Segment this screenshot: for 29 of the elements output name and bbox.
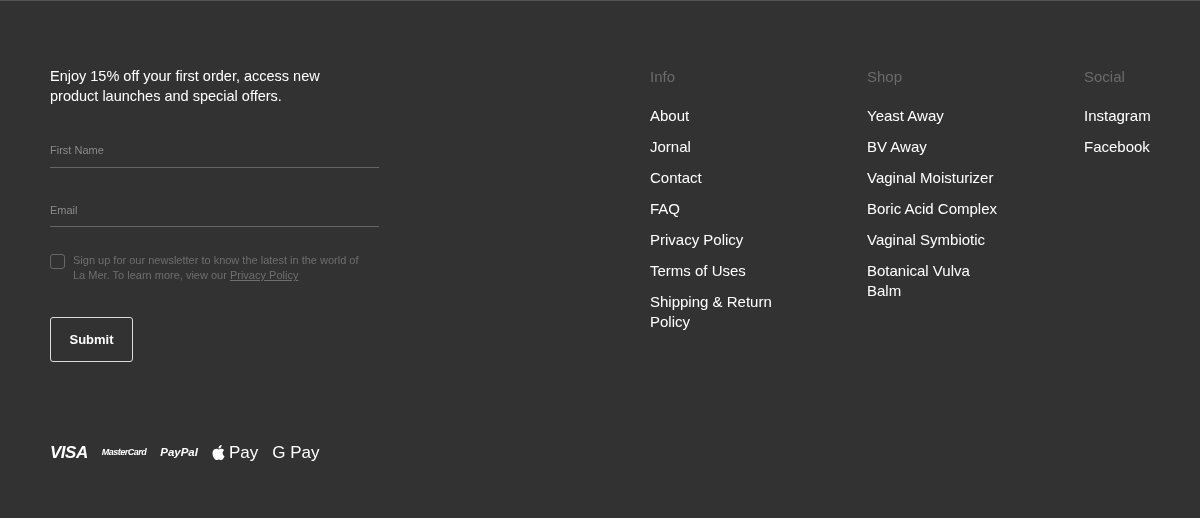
footer-link[interactable]: FAQ xyxy=(650,199,785,219)
google-logo: G Pay xyxy=(272,442,320,464)
column-heading: Shop xyxy=(867,67,904,87)
footer-link[interactable]: Yeast Away xyxy=(867,106,1002,126)
footer-link[interactable]: Jornal xyxy=(650,137,785,157)
checkbox[interactable] xyxy=(50,254,65,269)
footer-link[interactable]: Botanical Vulva Balm xyxy=(867,261,1002,300)
input-field[interactable]: Email xyxy=(50,193,379,227)
footer-link[interactable]: Facebook xyxy=(1084,137,1200,157)
footer-link[interactable]: Boric Acid Complex xyxy=(867,199,1002,219)
footer-link[interactable]: Shipping & Return Policy xyxy=(650,292,785,331)
footer-link[interactable]: Contact xyxy=(650,168,785,188)
paypal-logo: PayPal xyxy=(160,445,198,461)
footer-link[interactable]: Vaginal Symbiotic xyxy=(867,230,1002,250)
footer-link[interactable]: Vaginal Moisturizer xyxy=(867,168,1002,188)
footer-link[interactable]: Instagram xyxy=(1084,106,1200,126)
intro-text: Enjoy 15% off your first order, access new product launches and special offers. xyxy=(50,67,321,106)
apple-icon xyxy=(211,445,225,461)
footer-link[interactable]: Privacy Policy xyxy=(650,230,785,250)
apple-pay-text: Pay xyxy=(228,442,259,464)
mastercard-logo: MasterCard xyxy=(101,446,147,459)
column-heading: Info xyxy=(650,67,677,87)
input-field[interactable]: First Name xyxy=(50,134,379,168)
footer-link[interactable]: BV Away xyxy=(867,137,1002,157)
visa-logo: VISA xyxy=(50,442,88,464)
footer-link[interactable]: Terms of Uses xyxy=(650,261,785,281)
column-heading: Social xyxy=(1084,67,1126,87)
footer-link[interactable]: About xyxy=(650,106,785,126)
submit-button[interactable]: Submit xyxy=(50,317,133,362)
